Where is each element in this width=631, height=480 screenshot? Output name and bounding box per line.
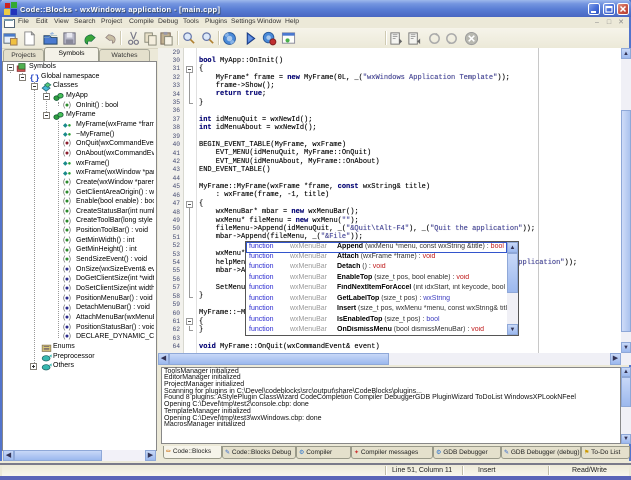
svg-text:{}: {} — [29, 73, 39, 82]
